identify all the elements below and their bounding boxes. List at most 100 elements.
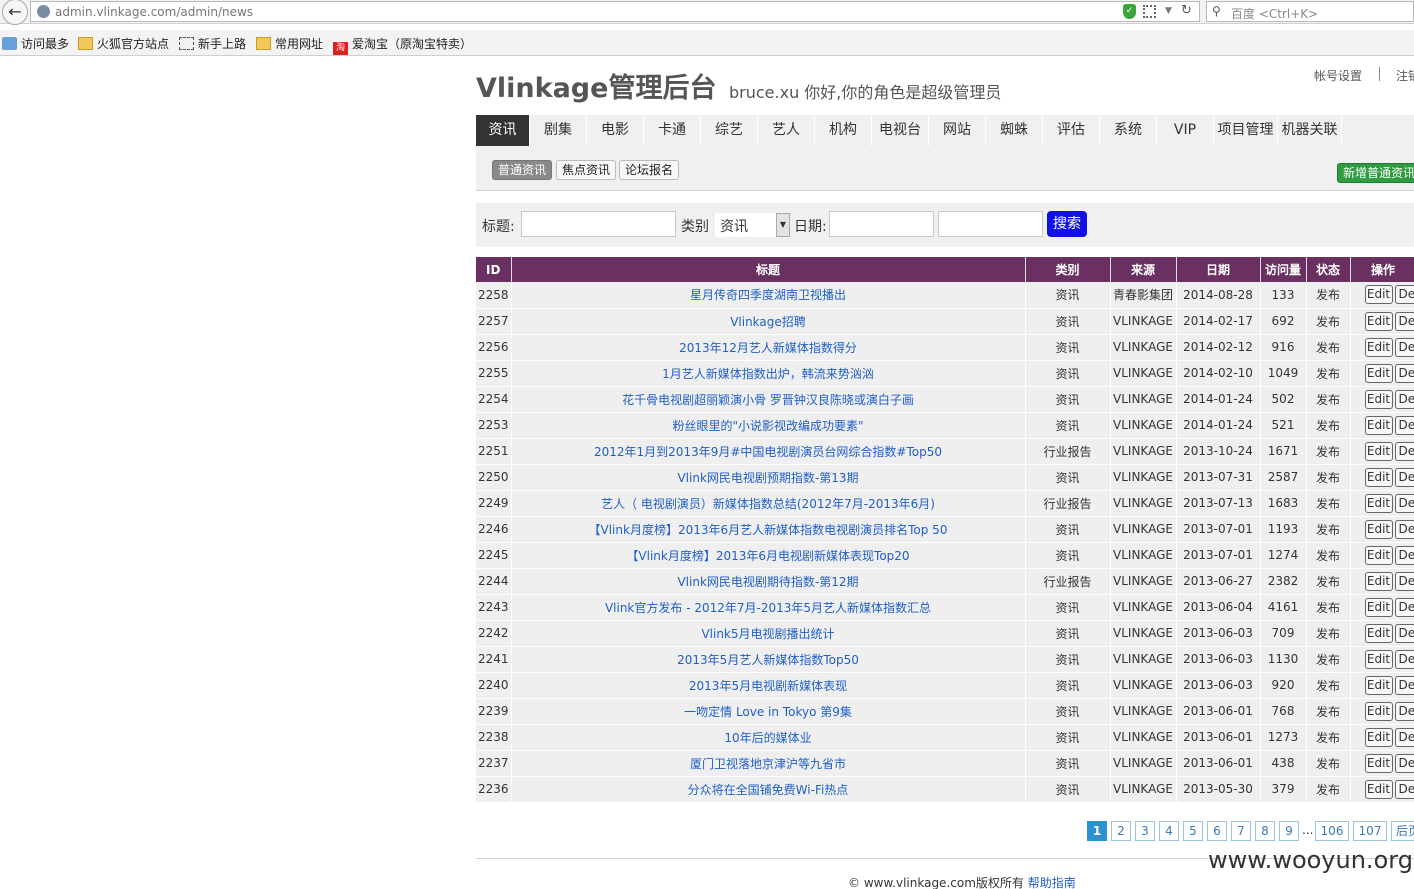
edit-button[interactable]: Edit xyxy=(1364,337,1393,357)
edit-button[interactable]: Edit xyxy=(1364,415,1393,435)
cell-title[interactable]: 10年后的媒体业 xyxy=(511,724,1026,751)
edit-button[interactable]: Edit xyxy=(1364,727,1393,747)
edit-button[interactable]: Edit xyxy=(1364,285,1393,305)
edit-button[interactable]: Edit xyxy=(1364,649,1393,669)
next-page-link[interactable]: 后页 xyxy=(1391,821,1414,841)
delete-button[interactable]: Del xyxy=(1394,779,1414,799)
bookmark-aitaobao[interactable]: 淘爱淘宝（原淘宝特卖） xyxy=(333,35,472,55)
title-input[interactable] xyxy=(521,211,676,237)
cell-title[interactable]: 2013年12月艺人新媒体指数得分 xyxy=(511,334,1026,361)
cell-title[interactable]: 2013年5月电视剧新媒体表现 xyxy=(511,672,1026,699)
page-link[interactable]: 6 xyxy=(1207,821,1227,841)
date-start-input[interactable] xyxy=(829,211,934,237)
tab-system[interactable]: 系统 xyxy=(1100,115,1157,146)
cell-title[interactable]: 分众将在全国铺免费Wi-Fi热点 xyxy=(511,776,1026,803)
page-link[interactable]: 8 xyxy=(1255,821,1275,841)
tab-org[interactable]: 机构 xyxy=(815,115,872,146)
cell-title[interactable]: 厦门卫视落地京津沪等九省市 xyxy=(511,750,1026,777)
page-link[interactable]: 107 xyxy=(1353,821,1387,841)
category-select[interactable]: 资讯 ▼ xyxy=(715,213,790,237)
search-box[interactable]: ⚲ 百度 <Ctrl+K> xyxy=(1206,1,1414,22)
edit-button[interactable]: Edit xyxy=(1364,389,1393,409)
delete-button[interactable]: Del xyxy=(1394,571,1414,591)
cell-title[interactable]: 艺人（ 电视剧演员）新媒体指数总结(2012年7月-2013年6月) xyxy=(511,490,1026,517)
page-link[interactable]: 7 xyxy=(1231,821,1251,841)
search-button[interactable]: 搜索 xyxy=(1047,211,1087,237)
edit-button[interactable]: Edit xyxy=(1364,701,1393,721)
delete-button[interactable]: Del xyxy=(1394,597,1414,617)
cell-title[interactable]: 粉丝眼里的"小说影视改编成功要素" xyxy=(511,412,1026,439)
address-bar[interactable]: admin.vlinkage.com/admin/news ✓ ▼ ↻ xyxy=(30,1,1200,22)
edit-button[interactable]: Edit xyxy=(1364,363,1393,383)
delete-button[interactable]: Del xyxy=(1394,337,1414,357)
tab-machine-link[interactable]: 机器关联 xyxy=(1278,115,1342,146)
cell-title[interactable]: 1月艺人新媒体指数出炉，韩流来势汹汹 xyxy=(511,360,1026,387)
cell-title[interactable]: 【Vlink月度榜】2013年6月艺人新媒体指数电视剧演员排名Top 50 xyxy=(511,516,1026,543)
delete-button[interactable]: Del xyxy=(1394,389,1414,409)
tab-cartoon[interactable]: 卡通 xyxy=(644,115,701,146)
delete-button[interactable]: Del xyxy=(1394,363,1414,383)
cell-title[interactable]: Vlink网民电视剧预期指数-第13期 xyxy=(511,464,1026,491)
tab-website[interactable]: 网站 xyxy=(929,115,986,146)
tab-news[interactable]: 资讯 xyxy=(476,115,530,146)
edit-button[interactable]: Edit xyxy=(1364,311,1393,331)
shield-icon[interactable]: ✓ xyxy=(1123,4,1136,19)
delete-button[interactable]: Del xyxy=(1394,623,1414,643)
cell-title[interactable]: 2013年5月艺人新媒体指数Top50 xyxy=(511,646,1026,673)
page-link[interactable]: 9 xyxy=(1279,821,1299,841)
cell-title[interactable]: 2012年1月到2013年9月#中国电视剧演员台网综合指数#Top50 xyxy=(511,438,1026,465)
edit-button[interactable]: Edit xyxy=(1364,545,1393,565)
qrcode-icon[interactable] xyxy=(1143,5,1156,18)
cell-title[interactable]: Vlink5月电视剧播出统计 xyxy=(511,620,1026,647)
delete-button[interactable]: Del xyxy=(1394,701,1414,721)
tab-project[interactable]: 项目管理 xyxy=(1214,115,1278,146)
back-button[interactable]: ← xyxy=(2,0,28,25)
subtab-normal-news[interactable]: 普通资讯 xyxy=(492,160,553,180)
bookmark-most-visited[interactable]: 访问最多 xyxy=(2,35,69,51)
edit-button[interactable]: Edit xyxy=(1364,675,1393,695)
edit-button[interactable]: Edit xyxy=(1364,467,1393,487)
logout-link[interactable]: 注销 xyxy=(1396,67,1414,84)
delete-button[interactable]: Del xyxy=(1394,311,1414,331)
edit-button[interactable]: Edit xyxy=(1364,493,1393,513)
tab-spider[interactable]: 蜘蛛 xyxy=(986,115,1043,146)
help-link[interactable]: 帮助指南 xyxy=(1028,876,1076,889)
tab-tv-station[interactable]: 电视台 xyxy=(872,115,929,146)
delete-button[interactable]: Del xyxy=(1394,285,1414,305)
page-link[interactable]: 5 xyxy=(1183,821,1203,841)
delete-button[interactable]: Del xyxy=(1394,753,1414,773)
delete-button[interactable]: Del xyxy=(1394,441,1414,461)
tab-drama[interactable]: 剧集 xyxy=(530,115,587,146)
edit-button[interactable]: Edit xyxy=(1364,779,1393,799)
page-link[interactable]: 2 xyxy=(1111,821,1131,841)
delete-button[interactable]: Del xyxy=(1394,649,1414,669)
edit-button[interactable]: Edit xyxy=(1364,441,1393,461)
tab-artist[interactable]: 艺人 xyxy=(758,115,815,146)
delete-button[interactable]: Del xyxy=(1394,675,1414,695)
tab-evaluation[interactable]: 评估 xyxy=(1043,115,1100,146)
subtab-forum-signup[interactable]: 论坛报名 xyxy=(619,160,680,180)
edit-button[interactable]: Edit xyxy=(1364,597,1393,617)
cell-title[interactable]: Vlink官方发布 - 2012年7月-2013年5月艺人新媒体指数汇总 xyxy=(511,594,1026,621)
edit-button[interactable]: Edit xyxy=(1364,753,1393,773)
bookmark-getting-started[interactable]: 新手上路 xyxy=(179,35,246,51)
cell-title[interactable]: Vlink网民电视剧期待指数-第12期 xyxy=(511,568,1026,595)
tab-vip[interactable]: VIP xyxy=(1157,115,1214,146)
delete-button[interactable]: Del xyxy=(1394,415,1414,435)
tab-variety[interactable]: 综艺 xyxy=(701,115,758,146)
account-settings-link[interactable]: 帐号设置 xyxy=(1314,67,1362,84)
reload-icon[interactable]: ↻ xyxy=(1181,3,1192,18)
page-link[interactable]: 4 xyxy=(1159,821,1179,841)
delete-button[interactable]: Del xyxy=(1394,519,1414,539)
delete-button[interactable]: Del xyxy=(1394,467,1414,487)
edit-button[interactable]: Edit xyxy=(1364,571,1393,591)
date-end-input[interactable] xyxy=(938,211,1043,237)
cell-title[interactable]: 一吻定情 Love in Tokyo 第9集 xyxy=(511,698,1026,725)
cell-title[interactable]: 星月传奇四季度湖南卫视播出 xyxy=(511,282,1026,309)
page-link[interactable]: 1 xyxy=(1087,821,1107,841)
subtab-focus-news[interactable]: 焦点资讯 xyxy=(556,160,617,180)
bookmark-firefox-official[interactable]: 火狐官方站点 xyxy=(78,35,169,51)
add-news-button[interactable]: 新增普通资讯 xyxy=(1337,163,1414,183)
page-link[interactable]: 106 xyxy=(1315,821,1349,841)
edit-button[interactable]: Edit xyxy=(1364,623,1393,643)
